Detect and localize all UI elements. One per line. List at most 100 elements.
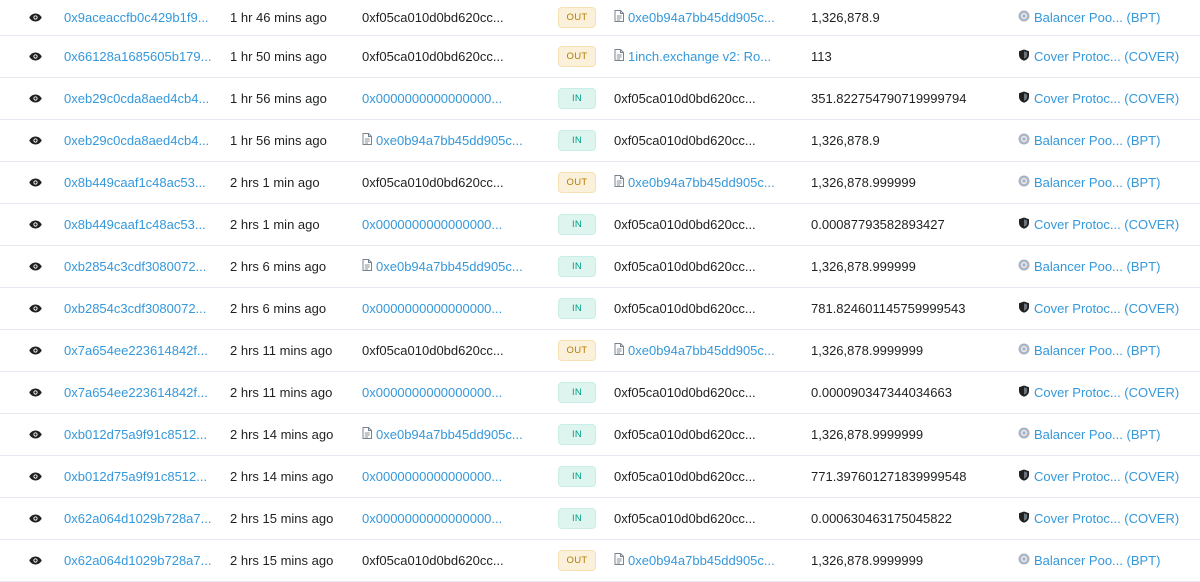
value-text: 0.00087793582893427 [811,217,945,232]
from-address-link[interactable]: 0xe0b94a7bb45dd905c... [376,427,523,442]
age-cell: 2 hrs 11 mins ago [230,330,350,371]
txn-hash-cell: 0x66128a1685605b179... [64,36,214,77]
age-cell: 1 hr 50 mins ago [230,36,350,77]
table-row: 0xb012d75a9f91c8512... 2 hrs 14 mins ago… [0,414,1200,456]
txn-hash-link[interactable]: 0x62a064d1029b728a7... [64,511,211,526]
txn-hash-link[interactable]: 0xb012d75a9f91c8512... [64,469,207,484]
eye-icon[interactable] [22,465,48,489]
eye-icon[interactable] [22,381,48,405]
view-details-cell [18,414,52,455]
txn-hash-link[interactable]: 0xeb29c0cda8aed4cb4... [64,133,209,148]
token-link[interactable]: Balancer Poo... (BPT) [1034,10,1160,25]
eye-icon[interactable] [22,549,48,573]
balancer-icon [1018,259,1030,274]
eye-icon[interactable] [22,297,48,321]
eye-icon[interactable] [22,423,48,447]
cover-shield-icon [1018,385,1030,400]
txn-hash-link[interactable]: 0x7a654ee223614842f... [64,385,208,400]
table-row: 0x7a654ee223614842f... 2 hrs 11 mins ago… [0,330,1200,372]
from-address-link[interactable]: 0x0000000000000000... [362,385,502,400]
direction-in-badge: IN [558,508,596,529]
token-cell: Balancer Poo... (BPT) [1018,120,1200,161]
txn-hash-link[interactable]: 0x9aceaccfb0c429b1f9... [64,10,209,25]
txn-hash-link[interactable]: 0xb2854c3cdf3080072... [64,259,206,274]
token-link[interactable]: Cover Protoc... (COVER) [1034,385,1179,400]
direction-out-badge: OUT [558,172,596,193]
token-link[interactable]: Cover Protoc... (COVER) [1034,469,1179,484]
to-address-text: 0xf05ca010d0bd620cc... [614,385,756,400]
contract-icon [614,49,624,64]
eye-icon[interactable] [22,171,48,195]
direction-out-badge: OUT [558,46,596,67]
token-link[interactable]: Balancer Poo... (BPT) [1034,427,1160,442]
token-link[interactable]: Cover Protoc... (COVER) [1034,511,1179,526]
value-cell: 781.824601145759999543 [811,288,1011,329]
table-row: 0xb2854c3cdf3080072... 2 hrs 6 mins ago … [0,246,1200,288]
eye-icon[interactable] [22,45,48,69]
to-cell: 0xf05ca010d0bd620cc... [614,78,794,119]
to-address-text: 0xf05ca010d0bd620cc... [614,217,756,232]
txn-hash-link[interactable]: 0xb2854c3cdf3080072... [64,301,206,316]
direction-in-badge: IN [558,214,596,235]
token-cell: Balancer Poo... (BPT) [1018,414,1200,455]
view-details-cell [18,330,52,371]
token-cell: Cover Protoc... (COVER) [1018,204,1200,245]
from-address-link[interactable]: 0xe0b94a7bb45dd905c... [376,259,523,274]
eye-icon[interactable] [22,507,48,531]
token-cell: Cover Protoc... (COVER) [1018,288,1200,329]
txn-hash-link[interactable]: 0x8b449caaf1c48ac53... [64,217,206,232]
to-address-text: 0xf05ca010d0bd620cc... [614,259,756,274]
view-details-cell [18,246,52,287]
from-address-link[interactable]: 0x0000000000000000... [362,91,502,106]
from-address-link[interactable]: 0x0000000000000000... [362,217,502,232]
from-address-link[interactable]: 0xe0b94a7bb45dd905c... [376,133,523,148]
eye-icon[interactable] [22,87,48,111]
to-address-link[interactable]: 0xe0b94a7bb45dd905c... [628,343,775,358]
direction-cell: OUT [558,0,598,35]
from-address-link[interactable]: 0x0000000000000000... [362,511,502,526]
value-text: 1,326,878.999999 [811,259,916,274]
direction-out-badge: OUT [558,340,596,361]
token-link[interactable]: Cover Protoc... (COVER) [1034,91,1179,106]
txn-hash-link[interactable]: 0xb012d75a9f91c8512... [64,427,207,442]
cover-shield-icon [1018,91,1030,106]
age-text: 2 hrs 14 mins ago [230,469,334,484]
view-details-cell [18,204,52,245]
direction-cell: IN [558,246,598,287]
token-link[interactable]: Balancer Poo... (BPT) [1034,175,1160,190]
value-cell: 351.822754790719999794 [811,78,1011,119]
eye-icon[interactable] [22,255,48,279]
token-link[interactable]: Balancer Poo... (BPT) [1034,553,1160,568]
table-row: 0xb012d75a9f91c8512... 2 hrs 14 mins ago… [0,456,1200,498]
to-address-link[interactable]: 0xe0b94a7bb45dd905c... [628,553,775,568]
contract-icon [614,10,624,25]
contract-icon [362,133,372,148]
to-address-link[interactable]: 0xe0b94a7bb45dd905c... [628,175,775,190]
value-text: 113 [811,49,832,64]
table-row: 0x8b449caaf1c48ac53... 2 hrs 1 min ago 0… [0,162,1200,204]
to-address-link[interactable]: 1inch.exchange v2: Ro... [628,49,771,64]
from-address-text: 0xf05ca010d0bd620cc... [362,175,504,190]
direction-cell: IN [558,78,598,119]
eye-icon[interactable] [22,339,48,363]
from-address-link[interactable]: 0x0000000000000000... [362,301,502,316]
token-link[interactable]: Balancer Poo... (BPT) [1034,133,1160,148]
direction-in-badge: IN [558,466,596,487]
from-address-link[interactable]: 0x0000000000000000... [362,469,502,484]
txn-hash-link[interactable]: 0x8b449caaf1c48ac53... [64,175,206,190]
token-link[interactable]: Cover Protoc... (COVER) [1034,49,1179,64]
txn-hash-link[interactable]: 0xeb29c0cda8aed4cb4... [64,91,209,106]
token-link[interactable]: Balancer Poo... (BPT) [1034,343,1160,358]
eye-icon[interactable] [22,213,48,237]
to-address-link[interactable]: 0xe0b94a7bb45dd905c... [628,10,775,25]
value-cell: 0.000090347344034663 [811,372,1011,413]
token-link[interactable]: Balancer Poo... (BPT) [1034,259,1160,274]
txn-hash-link[interactable]: 0x66128a1685605b179... [64,49,211,64]
token-link[interactable]: Cover Protoc... (COVER) [1034,217,1179,232]
token-link[interactable]: Cover Protoc... (COVER) [1034,301,1179,316]
txn-hash-link[interactable]: 0x62a064d1029b728a7... [64,553,211,568]
eye-icon[interactable] [22,6,48,30]
eye-icon[interactable] [22,129,48,153]
direction-cell: IN [558,288,598,329]
txn-hash-link[interactable]: 0x7a654ee223614842f... [64,343,208,358]
